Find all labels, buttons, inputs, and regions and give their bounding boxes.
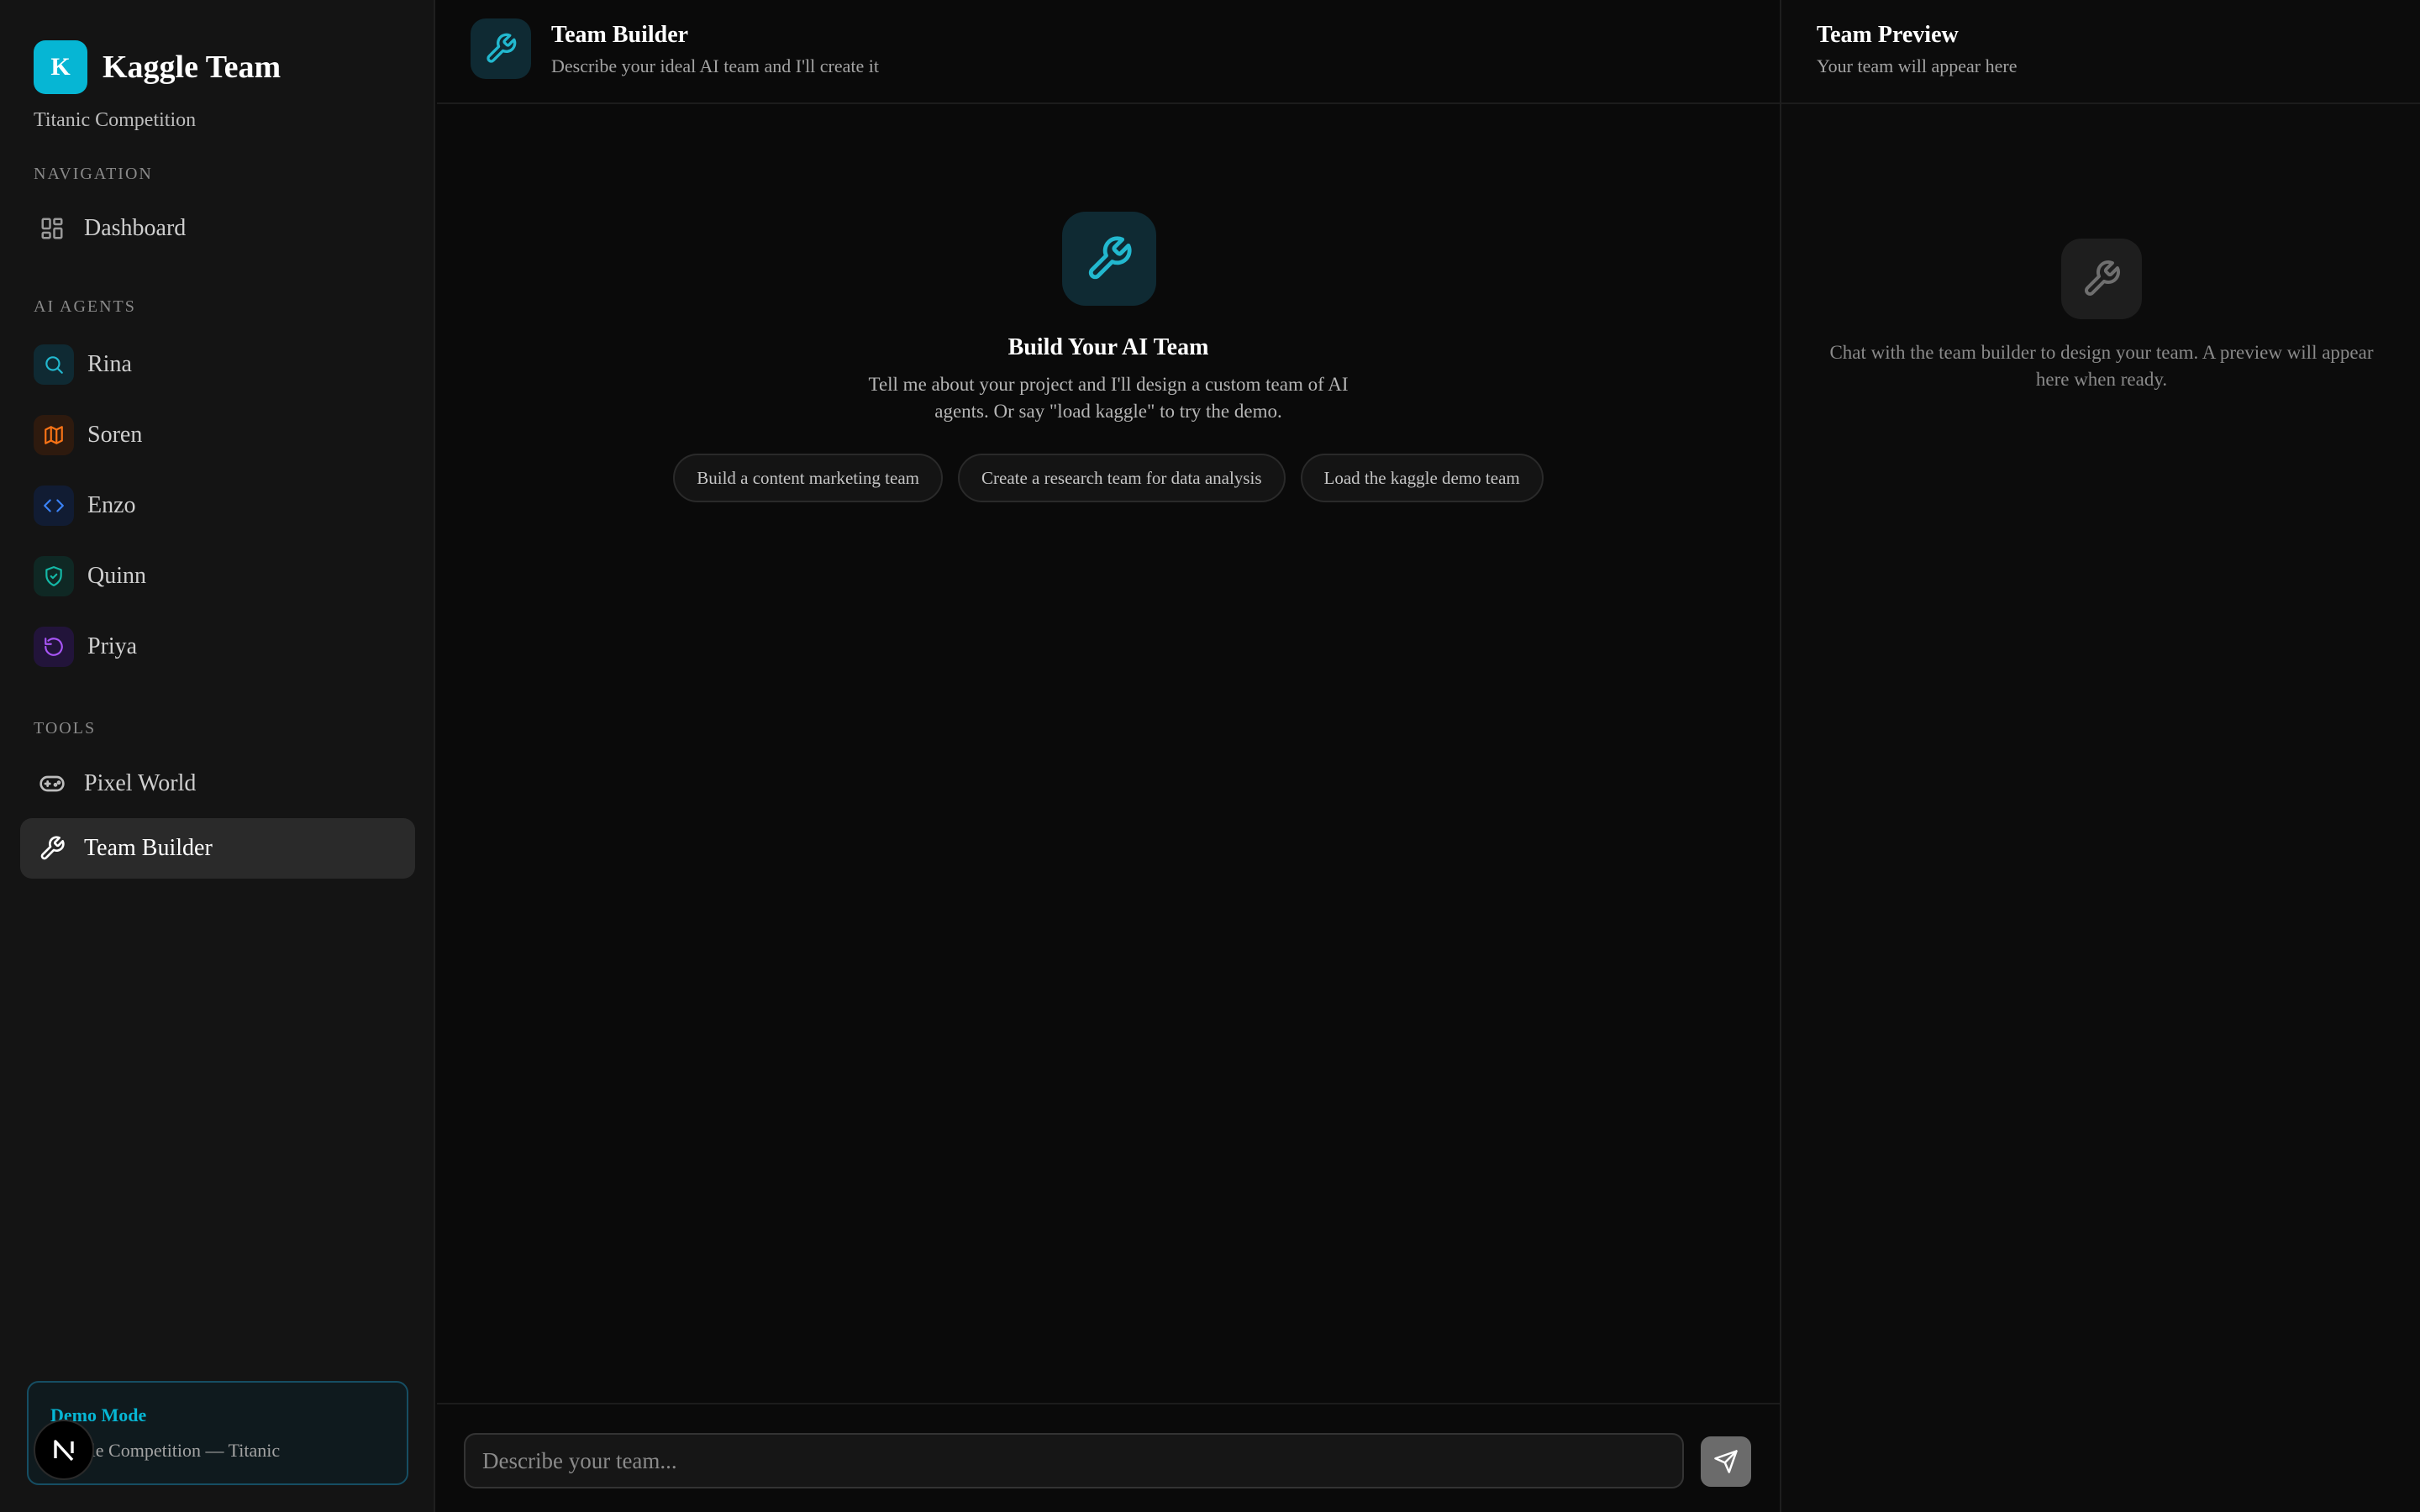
shield-check-icon (34, 556, 74, 596)
wrench-icon (471, 18, 531, 79)
sidebar-item-label: Enzo (87, 492, 136, 518)
ai-agents-section-label: AI AGENTS (34, 297, 136, 316)
brand-subtitle: Titanic Competition (34, 109, 197, 131)
gamepad-icon (37, 764, 67, 804)
sidebar-item-dashboard[interactable]: Dashboard (20, 198, 415, 259)
hero-title: Build Your AI Team (1007, 334, 1209, 360)
sidebar-item-team-builder[interactable]: Team Builder (20, 818, 415, 879)
search-icon (34, 344, 74, 385)
send-icon (1714, 1450, 1738, 1473)
brand-name: Kaggle Team (103, 50, 281, 85)
preview-title: Team Preview (1817, 22, 1959, 48)
sidebar-item-label: Priya (87, 633, 138, 659)
wrench-icon (37, 828, 67, 869)
page-title: Team Builder (551, 22, 689, 48)
suggestion-chip[interactable]: Create a research team for data analysis (958, 454, 1286, 502)
preview-header: Team Preview Your team will appear here (1781, 0, 2420, 104)
send-button[interactable] (1701, 1436, 1751, 1487)
tools-section-label: TOOLS (34, 719, 97, 738)
sidebar-item-label: Team Builder (84, 835, 213, 861)
dashboard-icon (37, 208, 67, 249)
n-logo-icon (54, 1440, 74, 1462)
team-description-input[interactable] (464, 1433, 1684, 1488)
sidebar-item-label: Rina (87, 351, 132, 377)
main-header: Team Builder Describe your ideal AI team… (437, 0, 1780, 104)
preview-empty-text: Chat with the team builder to design you… (1829, 342, 2374, 390)
sidebar-item-rina[interactable]: Rina (20, 334, 415, 395)
suggestion-chip[interactable]: Load the kaggle demo team (1300, 454, 1544, 502)
sidebar-item-quinn[interactable]: Quinn (20, 546, 415, 606)
map-icon (34, 415, 74, 455)
nextjs-badge-icon[interactable] (34, 1420, 94, 1480)
page-subtitle: Describe your ideal AI team and I'll cre… (551, 55, 880, 76)
navigation-section-label: NAVIGATION (34, 165, 153, 183)
sidebar-item-priya[interactable]: Priya (20, 617, 415, 677)
composer (437, 1403, 1780, 1512)
preview-subtitle: Your team will appear here (1817, 55, 2018, 76)
sidebar-item-soren[interactable]: Soren (20, 405, 415, 465)
sidebar-item-label: Soren (87, 422, 143, 448)
brand-logo: K (34, 40, 87, 94)
suggestion-chip[interactable]: Build a content marketing team (673, 454, 943, 502)
rotate-icon (34, 627, 74, 667)
suggestion-chips: Build a content marketing team Create a … (437, 454, 1780, 502)
sidebar-item-label: Pixel World (84, 770, 197, 796)
sidebar: K Kaggle Team Titanic Competition NAVIGA… (0, 0, 435, 1512)
sidebar-item-pixel-world[interactable]: Pixel World (20, 753, 415, 814)
brand[interactable]: K Kaggle Team (34, 40, 281, 94)
sidebar-item-label: Dashboard (84, 215, 187, 241)
wrench-icon (2061, 239, 2142, 319)
sidebar-item-label: Quinn (87, 563, 146, 589)
hero-description: Tell me about your project and I'll desi… (868, 374, 1349, 422)
sidebar-item-enzo[interactable]: Enzo (20, 475, 415, 536)
team-preview-panel: Team Preview Your team will appear here … (1780, 0, 2420, 1512)
main-panel: Team Builder Describe your ideal AI team… (437, 0, 1780, 1512)
code-icon (34, 486, 74, 526)
wrench-icon (1062, 212, 1156, 306)
